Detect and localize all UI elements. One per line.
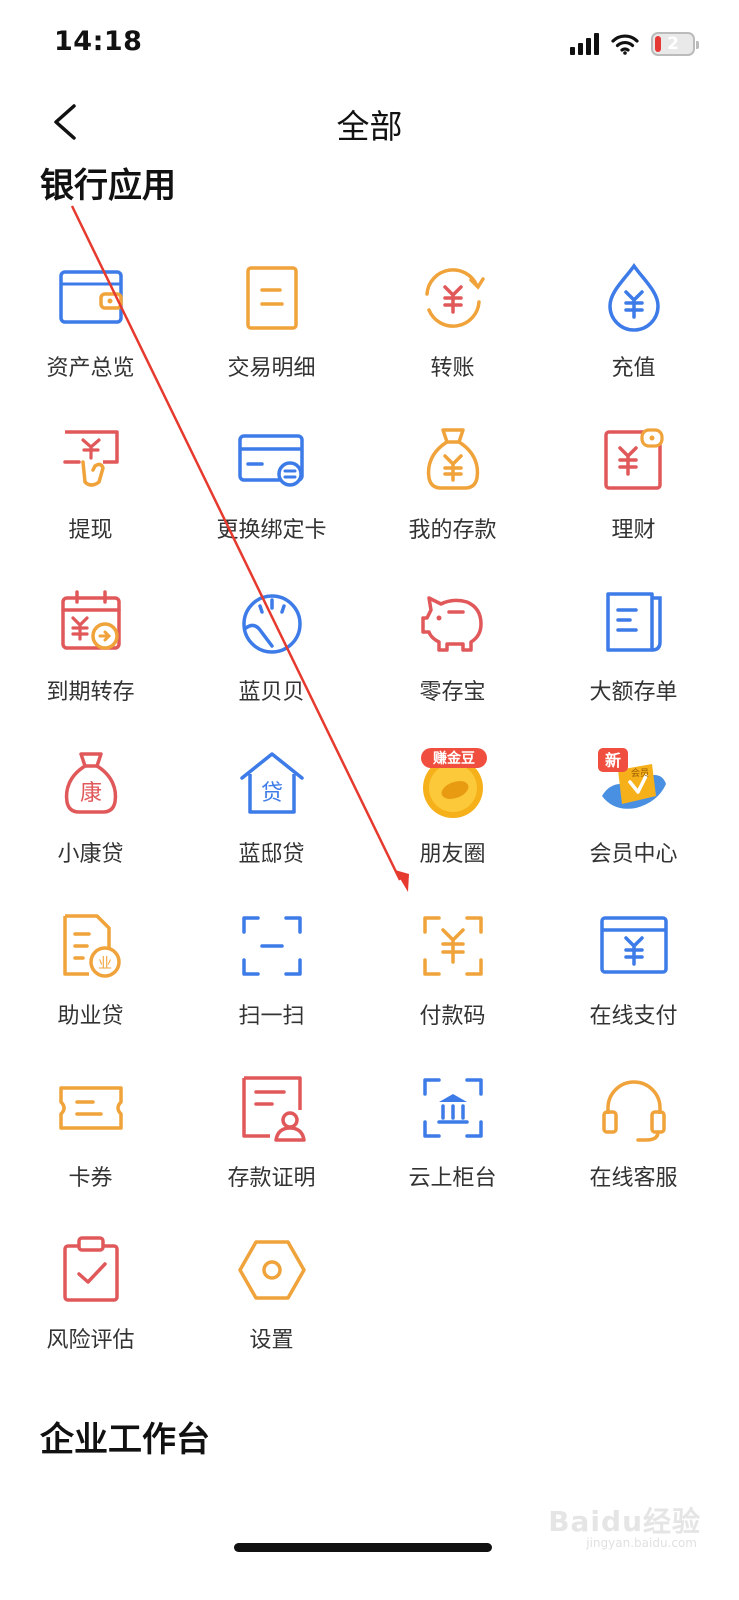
app-label: 我的存款 — [408, 518, 497, 543]
finance-icon — [596, 422, 672, 498]
business-glyph: 业 — [98, 956, 112, 972]
app-item-online-pay[interactable]: 在线支付 — [543, 892, 724, 1054]
deposit-proof-icon — [234, 1070, 310, 1146]
app-item-risk-assessment[interactable]: 风险评估 — [0, 1216, 181, 1378]
app-label: 扫一扫 — [238, 1004, 305, 1029]
headset-icon — [596, 1070, 672, 1146]
app-item-transaction-details[interactable]: 交易明细 — [181, 244, 362, 406]
app-label: 到期转存 — [46, 680, 135, 705]
battery-level: 2 — [667, 34, 679, 54]
app-label: 充值 — [611, 356, 656, 381]
card-swap-icon — [234, 422, 310, 498]
section-title-bank-apps: 银行应用 — [40, 166, 176, 206]
app-label: 助业贷 — [57, 1004, 124, 1029]
app-item-transfer[interactable]: 转账 — [362, 244, 543, 406]
status-icons: 2 — [570, 30, 699, 58]
page-title: 全部 — [336, 107, 403, 146]
cash-withdraw-icon — [53, 422, 129, 498]
house-loan-icon: 贷 — [234, 746, 310, 822]
app-label: 设置 — [249, 1328, 294, 1353]
app-label: 零存宝 — [419, 680, 486, 705]
status-bar: 14:18 2 — [0, 0, 739, 84]
kang-bag-icon: 康 — [53, 746, 129, 822]
loan-glyph: 贷 — [260, 781, 282, 806]
app-label: 云上柜台 — [408, 1166, 497, 1191]
app-item-cloud-counter[interactable]: 云上柜台 — [362, 1054, 543, 1216]
app-label: 朋友圈 — [419, 842, 486, 867]
certificate-icon — [596, 584, 672, 660]
app-item-blue-shell[interactable]: 蓝贝贝 — [181, 568, 362, 730]
section-title-enterprise: 企业工作台 — [40, 1420, 210, 1460]
cloud-counter-icon — [415, 1070, 491, 1146]
app-label: 卡券 — [68, 1166, 113, 1191]
watermark-logo: Baidu经验 — [548, 1505, 701, 1538]
app-label: 小康贷 — [57, 842, 124, 867]
app-label: 大额存单 — [589, 680, 678, 705]
app-item-landi-loan[interactable]: 贷 蓝邸贷 — [181, 730, 362, 892]
money-bag-icon — [415, 422, 491, 498]
member-glyph: 会员 — [630, 767, 648, 779]
app-label: 在线客服 — [589, 1166, 678, 1191]
business-loan-icon: 业 — [53, 908, 129, 984]
blue-shell-icon — [234, 584, 310, 660]
app-item-business-loan[interactable]: 业 助业贷 — [0, 892, 181, 1054]
nav-bar: 全部 — [0, 88, 739, 158]
app-label: 会员中心 — [589, 842, 678, 867]
app-item-asset-overview[interactable]: 资产总览 — [0, 244, 181, 406]
watermark-url: jingyan.baidu.com — [586, 1536, 697, 1550]
app-item-wealth[interactable]: 理财 — [543, 406, 724, 568]
new-badge: 新 — [604, 751, 620, 770]
watermark: Baidu经验 jingyan.baidu.com — [541, 1500, 701, 1558]
app-item-settings[interactable]: 设置 — [181, 1216, 362, 1378]
member-card-icon: 会员新 — [596, 746, 672, 822]
cellular-signal-icon — [570, 33, 599, 55]
app-label: 更换绑定卡 — [216, 518, 327, 543]
calendar-renew-icon — [53, 584, 129, 660]
ledger-icon — [234, 260, 310, 336]
battery-icon: 2 — [651, 32, 699, 56]
piggy-bank-icon — [415, 584, 491, 660]
app-label: 付款码 — [419, 1004, 486, 1029]
online-pay-icon — [596, 908, 672, 984]
app-item-xiaokang-loan[interactable]: 康 小康贷 — [0, 730, 181, 892]
app-item-withdraw[interactable]: 提现 — [0, 406, 181, 568]
app-label: 存款证明 — [227, 1166, 316, 1191]
app-label: 理财 — [611, 518, 656, 543]
app-label: 提现 — [68, 518, 113, 543]
app-item-pay-code[interactable]: 付款码 — [362, 892, 543, 1054]
app-item-customer-service[interactable]: 在线客服 — [543, 1054, 724, 1216]
app-item-deposit-proof[interactable]: 存款证明 — [181, 1054, 362, 1216]
pay-code-icon — [415, 908, 491, 984]
app-label: 风险评估 — [46, 1328, 135, 1353]
app-item-my-deposits[interactable]: 我的存款 — [362, 406, 543, 568]
earn-beans-badge: 赚金豆 — [432, 750, 475, 767]
app-item-moments[interactable]: 赚金豆 朋友圈 — [362, 730, 543, 892]
app-item-change-card[interactable]: 更换绑定卡 — [181, 406, 362, 568]
app-item-member-center[interactable]: 会员新 会员中心 — [543, 730, 724, 892]
app-item-coupons[interactable]: 卡券 — [0, 1054, 181, 1216]
app-label: 交易明细 — [227, 356, 316, 381]
app-item-scan[interactable]: 扫一扫 — [181, 892, 362, 1054]
settings-icon — [234, 1232, 310, 1308]
wallet-icon — [53, 260, 129, 336]
app-label: 转账 — [430, 356, 475, 381]
home-indicator[interactable] — [234, 1543, 492, 1552]
gold-bean-icon: 赚金豆 — [415, 746, 491, 822]
app-item-top-up[interactable]: 充值 — [543, 244, 724, 406]
status-time: 14:18 — [54, 26, 143, 57]
app-label: 蓝邸贷 — [238, 842, 305, 867]
app-label: 在线支付 — [589, 1004, 678, 1029]
coupon-icon — [53, 1070, 129, 1146]
scan-icon — [234, 908, 310, 984]
app-item-large-deposit[interactable]: 大额存单 — [543, 568, 724, 730]
app-item-piggy-bank[interactable]: 零存宝 — [362, 568, 543, 730]
app-item-maturity-renew[interactable]: 到期转存 — [0, 568, 181, 730]
wifi-icon — [611, 34, 639, 55]
app-label: 蓝贝贝 — [238, 680, 305, 705]
yuan-drop-icon — [596, 260, 672, 336]
risk-clipboard-icon — [53, 1232, 129, 1308]
yuan-transfer-icon — [415, 260, 491, 336]
app-label: 资产总览 — [46, 356, 135, 381]
kang-glyph: 康 — [79, 781, 101, 806]
